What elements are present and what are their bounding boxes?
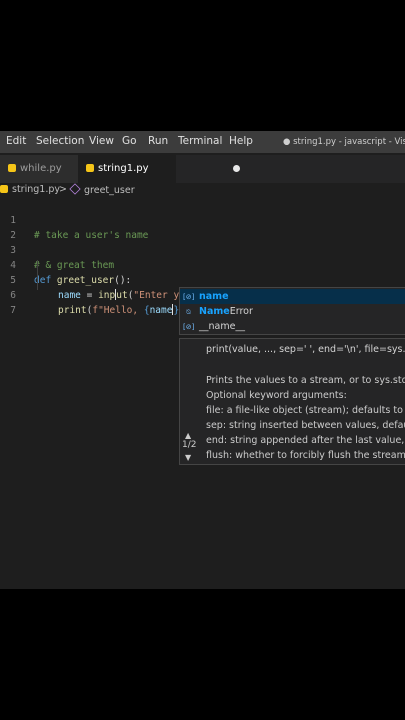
variable-icon: [⊘]: [183, 293, 195, 301]
indent-guide: [37, 260, 38, 290]
signature-help: print(value, ..., sep=' ', end='\n', fil…: [179, 338, 405, 465]
suggestion-item[interactable]: [⊘] __name__: [180, 319, 405, 334]
window-title: ● string1.py - javascript - Visu: [283, 137, 405, 147]
breadcrumb: string1.py > greet_user: [0, 183, 405, 198]
python-file-icon: [0, 185, 8, 193]
doc-line: sep: string inserted between values, def…: [206, 420, 405, 431]
doc-line: flush: whether to forcibly flush the str…: [206, 450, 405, 461]
python-file-icon: [86, 164, 94, 172]
chevron-down-icon[interactable]: ▼: [185, 453, 191, 462]
code-line: 1: [0, 198, 405, 226]
code-text: print(f"Hello, {name}"): [58, 304, 191, 316]
code-line: 3 # & great them: [0, 228, 405, 271]
signature-text: print(value, ..., sep=' ', end='\n', fil…: [206, 344, 405, 355]
code-line: 5 name = input("Enter your name: "): [0, 258, 405, 301]
menu-bar: Edit Selection View Go Run Terminal Help…: [0, 131, 405, 153]
python-file-icon: [8, 164, 16, 172]
chevron-up-icon[interactable]: ▲: [185, 431, 191, 440]
suggestion-widget: [⊘] name ⍉ NameError [⊘] __name__: [179, 287, 405, 335]
code-line: 6 print(f"Hello, {name}"): [0, 273, 405, 316]
doc-line: file: a file-like object (stream); defau…: [206, 405, 403, 416]
menu-view[interactable]: View: [89, 135, 114, 147]
menu-edit[interactable]: Edit: [6, 135, 26, 147]
doc-line: end: string appended after the last valu…: [206, 435, 405, 446]
breadcrumb-symbol[interactable]: greet_user: [69, 183, 135, 196]
suggestion-item[interactable]: [⊘] name: [180, 289, 405, 304]
overload-counter: 1/2: [182, 440, 197, 450]
chevron-right-icon: >: [59, 184, 67, 195]
menu-terminal[interactable]: Terminal: [178, 135, 222, 147]
doc-line: Prints the values to a stream, or to sys…: [206, 375, 405, 386]
variable-icon: [⊘]: [183, 323, 195, 331]
line-number: 7: [10, 305, 16, 316]
tab-while-py[interactable]: while.py: [0, 155, 78, 183]
vscode-window: Edit Selection View Go Run Terminal Help…: [0, 131, 405, 589]
class-icon: ⍉: [186, 308, 191, 316]
menu-go[interactable]: Go: [122, 135, 137, 147]
method-icon: [69, 183, 81, 195]
tab-label: string1.py: [98, 163, 149, 174]
breadcrumb-file[interactable]: string1.py: [0, 184, 60, 195]
doc-line: Optional keyword arguments:: [206, 390, 347, 401]
code-line: # take a user's name: [0, 213, 405, 241]
code-line: 4 def greet_user():: [0, 243, 405, 286]
tab-label: while.py: [20, 163, 62, 174]
menu-selection[interactable]: Selection: [36, 135, 84, 147]
tab-string1-py[interactable]: string1.py: [78, 155, 240, 183]
tab-bar: while.py string1.py: [0, 155, 405, 183]
suggestion-item[interactable]: ⍉ NameError: [180, 304, 405, 319]
menu-run[interactable]: Run: [148, 135, 168, 147]
menu-help[interactable]: Help: [229, 135, 253, 147]
unsaved-dot-icon[interactable]: [233, 165, 240, 172]
